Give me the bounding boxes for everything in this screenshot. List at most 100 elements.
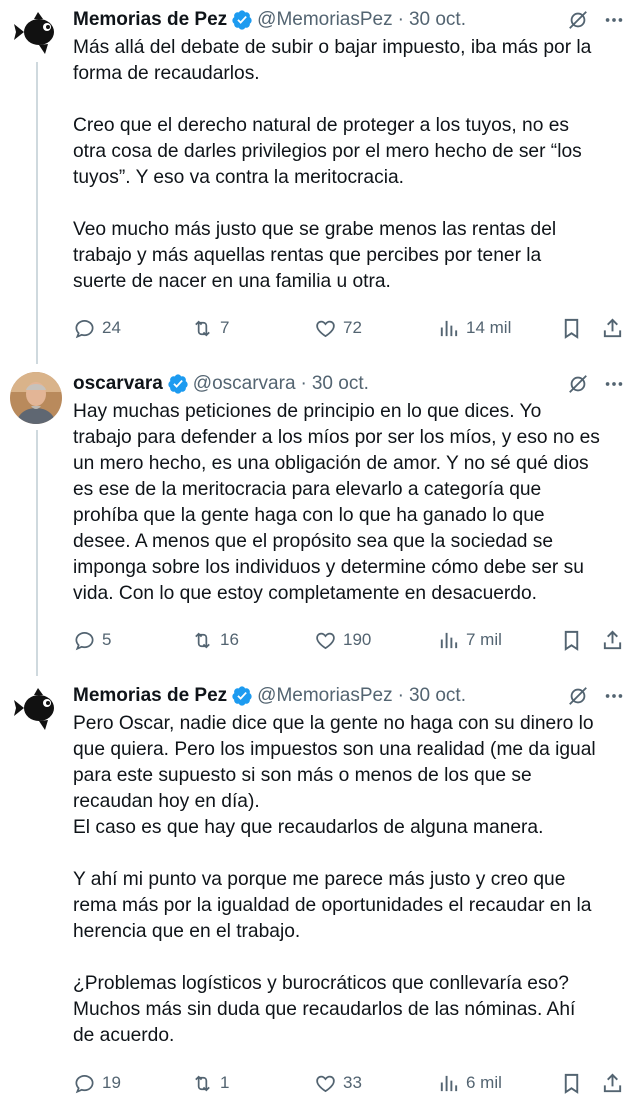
handle[interactable]: @MemoriasPez xyxy=(257,9,392,31)
tweet-text-line: vida. Con lo que estoy completamente en … xyxy=(73,583,537,604)
tweet-text-line: tuyos”. Y eso va contra la meritocracia. xyxy=(73,167,404,188)
tweet-text-line: trabajo y más aquellas rentas que percib… xyxy=(73,245,542,266)
reply-count: 19 xyxy=(102,1073,121,1092)
tweet-text: Más allá del debate de subir o bajar imp… xyxy=(73,35,625,295)
user-photo-icon xyxy=(10,372,62,424)
tweet-text-line: rema más por la igualdad de oportunidade… xyxy=(73,895,592,916)
avatar[interactable] xyxy=(10,8,62,60)
tweet-text-line: que quiera. Pero los impuestos son una r… xyxy=(73,739,596,760)
views-icon xyxy=(440,632,458,648)
bookmark-button[interactable] xyxy=(560,315,583,341)
views-count: 7 mil xyxy=(466,630,502,649)
tweet-text-line: El caso es que hay que recaudarlos de al… xyxy=(73,817,544,838)
views-button[interactable]: 14 mil xyxy=(437,315,511,341)
reply-count: 24 xyxy=(102,318,121,337)
tweet-text-line: Hay muchas peticiones de principio en lo… xyxy=(73,401,542,422)
reply-icon xyxy=(75,319,94,338)
tweet-date[interactable]: 30 oct. xyxy=(409,9,466,31)
bookmark-icon xyxy=(564,1073,579,1094)
views-icon xyxy=(440,320,458,336)
repost-button[interactable]: 7 xyxy=(191,315,229,341)
bookmark-button[interactable] xyxy=(560,1070,583,1096)
tweet[interactable]: Memorias de Pez @MemoriasPez · 30 oct. P… xyxy=(0,684,633,1099)
display-name[interactable]: oscarvara xyxy=(73,373,163,395)
repost-button[interactable]: 16 xyxy=(191,627,239,653)
tweet-text-line: recaudan hoy en día). xyxy=(73,791,260,812)
tweet-header: oscarvara @oscarvara · 30 oct. xyxy=(73,372,625,396)
like-icon xyxy=(316,320,335,337)
avatar[interactable] xyxy=(10,372,62,424)
tweet-text: Pero Oscar, nadie dice que la gente no h… xyxy=(73,711,625,1049)
like-count: 190 xyxy=(343,630,372,649)
verified-badge-icon xyxy=(168,374,188,394)
tweet-text-line: Creo que el derecho natural de proteger … xyxy=(73,115,569,136)
tweet-text-line: Muchos más sin duda que recaudarlos de l… xyxy=(73,999,576,1020)
tweet-text-line: prohíba que la gente haga con lo que ha … xyxy=(73,505,545,526)
like-icon xyxy=(316,632,335,649)
grok-icon[interactable] xyxy=(567,9,589,31)
tweet-actions: 19 1 33 6 mil xyxy=(73,1070,625,1096)
tweet-text-line: desee. A menos que el propósito sea que … xyxy=(73,531,554,552)
display-name[interactable]: Memorias de Pez xyxy=(73,9,227,31)
tweet-header: Memorias de Pez @MemoriasPez · 30 oct. xyxy=(73,8,625,32)
more-icon[interactable] xyxy=(603,9,625,31)
share-icon xyxy=(603,1073,622,1092)
reply-button[interactable]: 19 xyxy=(73,1070,121,1096)
handle[interactable]: @oscarvara xyxy=(193,373,296,395)
tweet-text-line: Pero Oscar, nadie dice que la gente no h… xyxy=(73,713,594,734)
reply-button[interactable]: 24 xyxy=(73,315,121,341)
tweet-date[interactable]: 30 oct. xyxy=(312,373,369,395)
tweet-text-line: trabajo para defender a los míos por ser… xyxy=(73,427,600,448)
repost-icon xyxy=(195,1075,210,1091)
avatar[interactable] xyxy=(10,684,62,736)
grok-icon[interactable] xyxy=(567,373,589,395)
like-icon xyxy=(316,1075,335,1092)
separator-dot: · xyxy=(397,9,404,30)
views-icon xyxy=(440,1075,458,1091)
tweet-text-line: Y ahí mi punto va porque me parece más j… xyxy=(73,869,566,890)
separator-dot: · xyxy=(397,685,404,706)
tweet-text-line: ¿Problemas logísticos y burocráticos que… xyxy=(73,973,569,994)
display-name[interactable]: Memorias de Pez xyxy=(73,685,227,707)
share-button[interactable] xyxy=(601,1070,624,1096)
views-count: 6 mil xyxy=(466,1073,502,1092)
views-button[interactable]: 6 mil xyxy=(437,1070,502,1096)
tweet[interactable]: oscarvara @oscarvara · 30 oct. Hay mucha… xyxy=(0,372,633,667)
tweet-text-line: un mero hecho, es una obligación de amor… xyxy=(73,453,589,474)
tweet-header: Memorias de Pez @MemoriasPez · 30 oct. xyxy=(73,684,625,708)
tweet-text-line: para este supuesto si son más o menos de… xyxy=(73,765,532,786)
bookmark-button[interactable] xyxy=(560,627,583,653)
tweet-text-line: otra cosa de darles privilegios por el m… xyxy=(73,141,582,162)
more-icon[interactable] xyxy=(603,685,625,707)
share-button[interactable] xyxy=(601,627,624,653)
like-count: 72 xyxy=(343,318,362,337)
reply-icon xyxy=(75,1074,94,1093)
reply-icon xyxy=(75,631,94,650)
tweet[interactable]: Memorias de Pez @MemoriasPez · 30 oct. M… xyxy=(0,8,633,353)
grok-icon[interactable] xyxy=(567,685,589,707)
verified-badge-icon xyxy=(232,10,252,30)
tweet-text-line: de acuerdo. xyxy=(73,1025,175,1046)
share-button[interactable] xyxy=(601,315,624,341)
repost-button[interactable]: 1 xyxy=(191,1070,229,1096)
tweet-date[interactable]: 30 oct. xyxy=(409,685,466,707)
repost-count: 1 xyxy=(220,1073,230,1092)
tweet-actions: 24 7 72 14 mil xyxy=(73,315,625,341)
tweet-actions: 5 16 190 7 mil xyxy=(73,627,625,653)
repost-icon xyxy=(195,632,210,648)
tweet-text-line: herencia que en el trabajo. xyxy=(73,921,301,942)
share-icon xyxy=(603,318,622,337)
share-icon xyxy=(603,630,622,649)
verified-badge-icon xyxy=(232,686,252,706)
like-button[interactable]: 72 xyxy=(314,315,362,341)
repost-count: 7 xyxy=(220,318,230,337)
reply-button[interactable]: 5 xyxy=(73,627,111,653)
views-count: 14 mil xyxy=(466,318,512,337)
reply-count: 5 xyxy=(102,630,112,649)
tweet-text-line: Veo mucho más justo que se grabe menos l… xyxy=(73,219,557,240)
more-icon[interactable] xyxy=(603,373,625,395)
like-button[interactable]: 33 xyxy=(314,1070,362,1096)
like-button[interactable]: 190 xyxy=(314,627,371,653)
views-button[interactable]: 7 mil xyxy=(437,627,502,653)
handle[interactable]: @MemoriasPez xyxy=(257,685,392,707)
